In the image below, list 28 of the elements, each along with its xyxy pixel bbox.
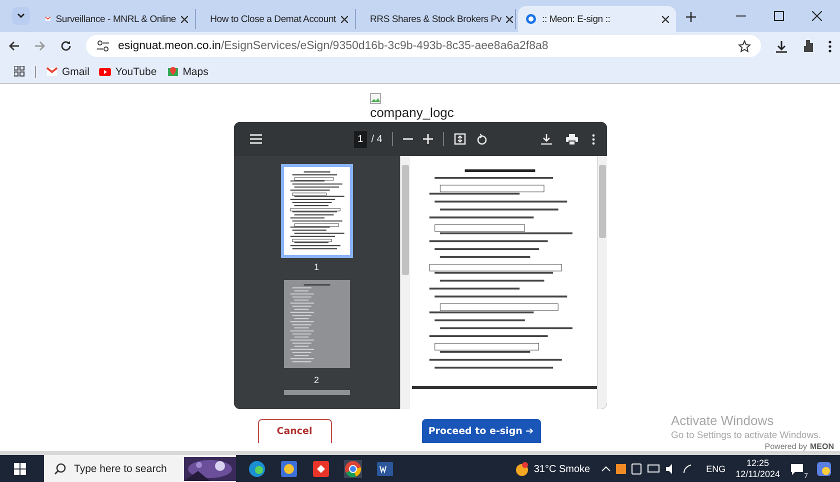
- page-count: / 4: [371, 134, 382, 144]
- proceed-button[interactable]: Proceed to e-sign ➔: [422, 419, 540, 443]
- brand-name: MEON: [810, 442, 834, 451]
- activation-text: Go to Settings to activate Windows.: [671, 430, 821, 441]
- thumbnail-label: 1: [314, 262, 319, 272]
- tab-title: Surveillance - MNRL & Online: [56, 14, 176, 24]
- powered-by-label: Powered by: [764, 442, 807, 451]
- browser-tab[interactable]: How to Close a Demat Account: [198, 9, 356, 29]
- page-number-field[interactable]: 1: [354, 130, 368, 148]
- bookmark[interactable]: YouTube: [99, 66, 157, 78]
- browser-tab[interactable]: RRS Shares & Stock Brokers Pv: [358, 9, 516, 29]
- thumbnail-label: 2: [314, 375, 319, 385]
- taskbar-search-field[interactable]: Type here to search: [44, 455, 236, 482]
- tab-title: How to Close a Demat Account: [210, 14, 336, 24]
- bookmark[interactable]: Maps: [166, 66, 208, 78]
- address-bar[interactable]: esignuat.meon.co.in/EsignServices/eSign/9350d16b-3c9b-493b-8c35-aee8a6a2f8a8: [86, 35, 761, 57]
- tab-title: RRS Shares & Stock Brokers Pv: [370, 14, 502, 24]
- browser-tab[interactable]: Surveillance - MNRL & Online: [38, 9, 196, 29]
- image-alt-text: company_logc: [370, 105, 454, 120]
- weather-widget[interactable]: 31°C Smoke: [514, 461, 590, 477]
- clock[interactable]: 12:25 12/11/2024: [736, 458, 780, 480]
- cancel-button[interactable]: Cancel: [258, 419, 332, 443]
- language-indicator[interactable]: ENG: [706, 464, 726, 474]
- tab-title: :: Meon: E-sign ::: [542, 14, 612, 24]
- browser-tab[interactable]: :: Meon: E-sign ::: [518, 6, 676, 32]
- activation-title: Activate Windows: [671, 413, 775, 428]
- bookmark[interactable]: Gmail: [46, 66, 90, 78]
- url-text: esignuat.meon.co.in/EsignServices/eSign/9350d16b-3c9b-493b-8c35-aee8a6a2f8a8: [118, 40, 548, 52]
